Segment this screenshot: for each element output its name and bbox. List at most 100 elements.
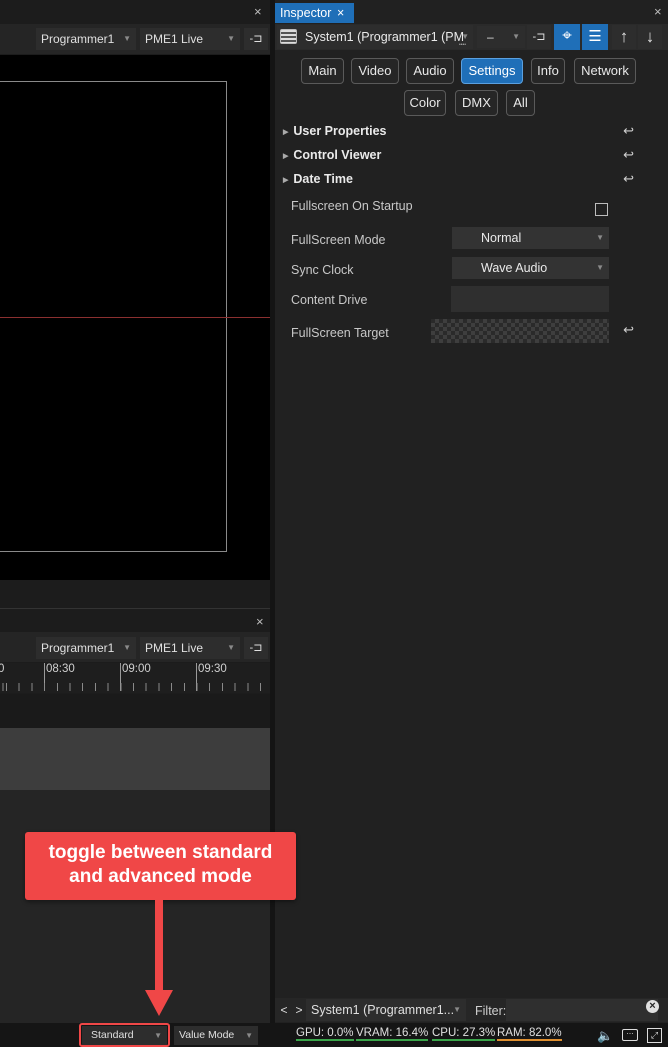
- sync-clock-value: Wave Audio: [481, 261, 548, 275]
- ruler-tick-label: 08:30: [46, 663, 75, 675]
- value-mode-select[interactable]: Value Mode ▼: [174, 1026, 258, 1045]
- callout-box: toggle between standard and advanced mod…: [25, 832, 296, 900]
- footer-object-label: System1 (Programmer1...: [311, 1003, 455, 1017]
- chevron-down-icon: ▼: [245, 1031, 253, 1040]
- timeline-ruler[interactable]: 0 08:30 09:00 09:30: [0, 663, 270, 693]
- chevron-down-icon: ▼: [123, 34, 131, 43]
- timeline-live-select[interactable]: PME1 Live ▼: [140, 637, 240, 659]
- content-drive-input[interactable]: [451, 286, 609, 312]
- preview-viewport[interactable]: [0, 55, 270, 580]
- ruler-minor-ticks: [0, 683, 270, 691]
- inspector-pin-button[interactable]: -⊐: [527, 25, 551, 49]
- chevron-down-icon: ▼: [154, 1031, 162, 1040]
- next-object-button[interactable]: >: [293, 1000, 305, 1020]
- ruler-tick-label: 09:30: [198, 663, 227, 675]
- prev-object-button[interactable]: <: [278, 1000, 290, 1020]
- chevron-down-icon: ▼: [596, 263, 604, 272]
- value-mode-select-label: Value Mode: [179, 1029, 235, 1041]
- tab-settings[interactable]: Settings: [461, 58, 523, 84]
- footer-object-select[interactable]: System1 (Programmer1... ▼: [306, 999, 466, 1021]
- timeline-programmer-select[interactable]: Programmer1 ▼: [36, 637, 136, 659]
- content-drive-label: Content Drive: [291, 293, 368, 307]
- timeline-pin-button[interactable]: -⊐: [244, 637, 268, 659]
- chevron-down-icon: ▼: [453, 1005, 461, 1014]
- sync-clock-select[interactable]: Wave Audio ▼: [452, 257, 609, 279]
- return-icon[interactable]: ↩: [623, 322, 634, 338]
- chevron-down-icon: ▼: [596, 233, 604, 242]
- group-control-viewer[interactable]: ▶ Control Viewer: [283, 148, 381, 162]
- preview-live-select-label: PME1 Live: [145, 32, 204, 46]
- filter-input[interactable]: [506, 999, 658, 1021]
- mode-select[interactable]: Standard ▼: [82, 1026, 167, 1045]
- preview-close-icon[interactable]: ×: [254, 4, 262, 19]
- timeline-empty-area[interactable]: [0, 790, 270, 1023]
- preview-titlebar: [0, 0, 270, 24]
- tab-audio[interactable]: Audio: [406, 58, 454, 84]
- fullscreen-mode-value: Normal: [481, 231, 522, 245]
- tab-main[interactable]: Main: [301, 58, 344, 84]
- locate-target-icon[interactable]: ⌖: [554, 24, 580, 50]
- tab-all[interactable]: All: [506, 90, 535, 116]
- tab-dmx[interactable]: DMX: [455, 90, 498, 116]
- expand-triangle-icon: ▶: [283, 128, 289, 136]
- group-label: Control Viewer: [293, 148, 382, 162]
- timeline-live-select-label: PME1 Live: [145, 641, 204, 655]
- timeline-close-icon[interactable]: ×: [256, 614, 264, 629]
- inspector-tab[interactable]: Inspector ×: [275, 3, 354, 23]
- keyboard-icon[interactable]: ⋯: [622, 1029, 638, 1041]
- tab-info[interactable]: Info: [531, 58, 565, 84]
- volume-icon[interactable]: 🔈: [597, 1028, 613, 1044]
- group-date-time[interactable]: ▶ Date Time: [283, 172, 353, 186]
- timeline-layer[interactable]: [0, 728, 270, 790]
- preview-panel: × Programmer1 ▼ PME1 Live ▼ -⊐: [0, 0, 270, 580]
- object-select-label: System1 (Programmer1 (PM: [305, 30, 465, 44]
- object-select[interactable]: System1 (Programmer1 (PM ▼: [277, 25, 473, 49]
- gpu-stat: GPU: 0.0%: [296, 1027, 354, 1041]
- return-icon[interactable]: ↩: [623, 123, 634, 139]
- tab-video[interactable]: Video: [351, 58, 399, 84]
- return-icon[interactable]: ↩: [623, 147, 634, 163]
- return-icon[interactable]: ↩: [623, 171, 634, 187]
- chevron-down-icon: ▼: [123, 643, 131, 652]
- inspector-close-icon[interactable]: ×: [654, 4, 662, 19]
- timeline-panel: × Programmer1 ▼ PME1 Live ▼ -⊐ 0 08:30 09:…: [0, 608, 270, 1023]
- filter-label: Filter:: [475, 1004, 507, 1018]
- inspector-tab-close-icon[interactable]: ×: [337, 3, 344, 23]
- arrow-up-icon[interactable]: ↑: [612, 25, 636, 49]
- callout-arrow-shaft: [155, 900, 163, 996]
- expand-triangle-icon: ▶: [283, 152, 289, 160]
- mode-select-label: Standard: [91, 1029, 134, 1041]
- group-label: User Properties: [293, 124, 387, 138]
- timeline-track-area[interactable]: [0, 694, 270, 728]
- fullscreen-on-startup-checkbox[interactable]: [595, 203, 608, 216]
- fullscreen-mode-label: FullScreen Mode: [291, 233, 386, 247]
- pin-button[interactable]: -⊐: [244, 28, 268, 50]
- more-handle-icon[interactable]: ••••: [459, 42, 466, 48]
- preview-live-select[interactable]: PME1 Live ▼: [140, 28, 240, 50]
- chevron-down-icon: ▼: [227, 34, 235, 43]
- chevron-down-icon: ▼: [512, 32, 520, 41]
- callout-line-2: and advanced mode: [69, 866, 252, 887]
- list-view-icon[interactable]: ☰: [582, 24, 608, 50]
- callout-arrow-head-icon: [145, 990, 173, 1016]
- timeline-programmer-select-label: Programmer1: [41, 641, 115, 655]
- minus-select[interactable]: – ▼: [477, 26, 525, 48]
- arrow-down-icon[interactable]: ↓: [638, 25, 662, 49]
- vram-stat: VRAM: 16.4%: [356, 1027, 429, 1041]
- center-line: [0, 317, 270, 318]
- clear-filter-icon[interactable]: ×: [646, 1000, 659, 1013]
- preview-programmer-select[interactable]: Programmer1 ▼: [36, 28, 136, 50]
- callout-line-1: toggle between standard: [48, 842, 273, 863]
- fullscreen-toggle-icon[interactable]: ⤢: [647, 1028, 662, 1043]
- fullscreen-mode-select[interactable]: Normal ▼: [452, 227, 609, 249]
- tab-color[interactable]: Color: [404, 90, 446, 116]
- group-label: Date Time: [293, 172, 353, 186]
- tab-network[interactable]: Network: [574, 58, 636, 84]
- minus-select-label: –: [487, 30, 494, 44]
- preview-programmer-select-label: Programmer1: [41, 32, 115, 46]
- ram-stat: RAM: 82.0%: [497, 1027, 562, 1041]
- system-server-icon: [280, 29, 297, 44]
- fullscreen-target-swatch[interactable]: [431, 319, 609, 343]
- ruler-tick-label: 09:00: [122, 663, 151, 675]
- group-user-properties[interactable]: ▶ User Properties: [283, 124, 387, 138]
